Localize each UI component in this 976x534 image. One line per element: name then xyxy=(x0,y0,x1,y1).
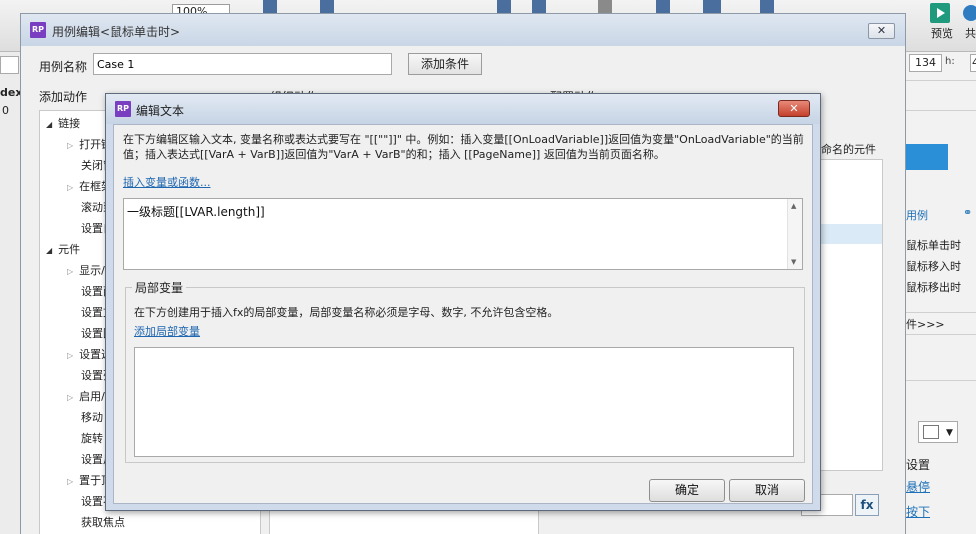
toolbar-align-icon[interactable] xyxy=(263,0,277,14)
close-button[interactable]: ✕ xyxy=(778,100,810,117)
tree-item-label: 移动 xyxy=(81,411,103,424)
edit-text-title: 编辑文本 xyxy=(136,104,185,118)
add-action-title: 添加动作 xyxy=(39,90,88,104)
divider xyxy=(906,110,976,111)
cancel-button[interactable]: 取消 xyxy=(729,479,805,502)
local-variables-title: 局部变量 xyxy=(132,279,187,296)
local-variables-list[interactable] xyxy=(134,347,794,457)
usecase-section-link[interactable]: 用例 xyxy=(906,207,928,223)
pressed-style-link[interactable]: 按下 xyxy=(906,503,930,520)
edit-text-dialog: RP 编辑文本 ✕ 在下方编辑区输入文本, 变量名称或表达式要写在 "[[""]… xyxy=(105,93,821,511)
height-label: h: xyxy=(945,56,955,67)
left-panel xyxy=(0,52,22,534)
divider xyxy=(906,334,976,335)
more-events-link[interactable]: 件>>> xyxy=(906,316,945,332)
local-variables-description: 在下方创建用于插入fx的局部变量，局部变量名称必须是字母、数字, 不允许包含空格… xyxy=(134,306,559,319)
toolbar-order-icon[interactable] xyxy=(497,0,511,14)
tree-action-item[interactable]: 启用/ xyxy=(67,388,105,404)
preview-label[interactable]: 预览 xyxy=(931,25,953,41)
text-editor[interactable]: 一级标题[[LVAR.length]] ▲ ▼ xyxy=(123,198,803,270)
ok-button[interactable]: 确定 xyxy=(649,479,725,502)
height-value: 4 xyxy=(972,56,976,69)
divider xyxy=(906,80,976,81)
tree-category[interactable]: 链接 xyxy=(46,115,80,131)
preview-icon[interactable] xyxy=(930,3,950,23)
fill-color-picker[interactable]: ▼ xyxy=(918,421,958,443)
add-condition-button[interactable]: 添加条件 xyxy=(408,53,482,75)
tree-item-label: 获取焦点 xyxy=(81,516,125,529)
height-input[interactable]: 4 xyxy=(970,54,976,72)
tree-action-item[interactable]: 显示/ xyxy=(67,262,105,278)
tree-item-label: 链接 xyxy=(58,117,81,130)
local-variables-group: 局部变量 在下方创建用于插入fx的局部变量，局部变量名称必须是字母、数字, 不允… xyxy=(125,279,805,463)
event-click[interactable]: 鼠标单击时 xyxy=(906,237,961,253)
case-name-input[interactable] xyxy=(93,53,392,75)
scroll-down-icon[interactable]: ▼ xyxy=(791,258,796,266)
left-panel-value: 0 xyxy=(2,104,9,117)
tree-item-label: 元件 xyxy=(58,243,81,256)
instructions-text: 在下方编辑区输入文本, 变量名称或表达式要写在 "[[""]]" 中。例如：插入… xyxy=(123,133,804,161)
case-editor-title: 用例编辑<鼠标单击时> xyxy=(52,25,181,39)
link-icon[interactable]: ⚭ xyxy=(963,206,972,219)
tree-item-label: 旋转 xyxy=(81,432,103,445)
share-icon[interactable] xyxy=(963,5,976,21)
hover-style-link[interactable]: 悬停 xyxy=(906,478,930,495)
toolbar-left-icon[interactable] xyxy=(656,0,670,14)
case-name-label: 用例名称 xyxy=(39,60,88,74)
tree-item-label: 显示/ xyxy=(79,264,105,277)
event-mouse-leave[interactable]: 鼠标移出时 xyxy=(906,279,961,295)
event-mouse-enter[interactable]: 鼠标移入时 xyxy=(906,258,961,274)
width-input[interactable]: 134 xyxy=(909,54,942,72)
axure-logo-icon: RP xyxy=(115,101,131,117)
scroll-up-icon[interactable]: ▲ xyxy=(791,202,796,210)
axure-logo-icon: RP xyxy=(30,22,46,38)
toolbar-more-icon[interactable] xyxy=(760,0,774,14)
tree-action-item[interactable]: 旋转 xyxy=(81,430,103,446)
size-lock-icon[interactable]: h: xyxy=(945,56,955,67)
edit-text-titlebar[interactable]: RP 编辑文本 ✕ xyxy=(106,94,820,124)
add-local-variable-link[interactable]: 添加局部变量 xyxy=(134,323,200,339)
insert-variable-link[interactable]: 插入变量或函数... xyxy=(123,174,211,190)
inspector-tab-active[interactable] xyxy=(906,144,948,170)
toolbar-distribute-icon[interactable] xyxy=(320,0,334,14)
tree-action-item[interactable]: 获取焦点 xyxy=(81,514,125,530)
left-input[interactable] xyxy=(0,56,19,74)
selected-widget-row[interactable] xyxy=(812,224,882,244)
divider xyxy=(906,312,976,313)
toolbar-right-icon[interactable] xyxy=(703,0,721,14)
close-button[interactable]: ✕ xyxy=(868,23,895,39)
fx-button[interactable]: fx xyxy=(855,494,879,516)
color-swatch xyxy=(923,425,939,439)
edit-text-body: 在下方编辑区输入文本, 变量名称或表达式要写在 "[[""]]" 中。例如：插入… xyxy=(113,124,813,504)
divider xyxy=(906,380,976,381)
share-label[interactable]: 共 xyxy=(965,25,976,41)
settings-label: 设置 xyxy=(906,458,931,472)
named-widgets-label: 命名的元件 xyxy=(821,143,876,156)
tree-action-item[interactable]: 移动 xyxy=(81,409,103,425)
lock-icon[interactable] xyxy=(598,0,612,14)
scrollbar[interactable]: ▲ ▼ xyxy=(787,199,802,269)
tree-category[interactable]: 元件 xyxy=(46,241,80,257)
case-editor-titlebar[interactable]: RP 用例编辑<鼠标单击时> ✕ xyxy=(21,14,905,46)
toolbar-group-icon[interactable] xyxy=(532,0,546,14)
chevron-down-icon: ▼ xyxy=(946,428,953,438)
tree-item-label: 启用/ xyxy=(79,390,105,403)
text-editor-value: 一级标题[[LVAR.length]] xyxy=(127,205,265,219)
